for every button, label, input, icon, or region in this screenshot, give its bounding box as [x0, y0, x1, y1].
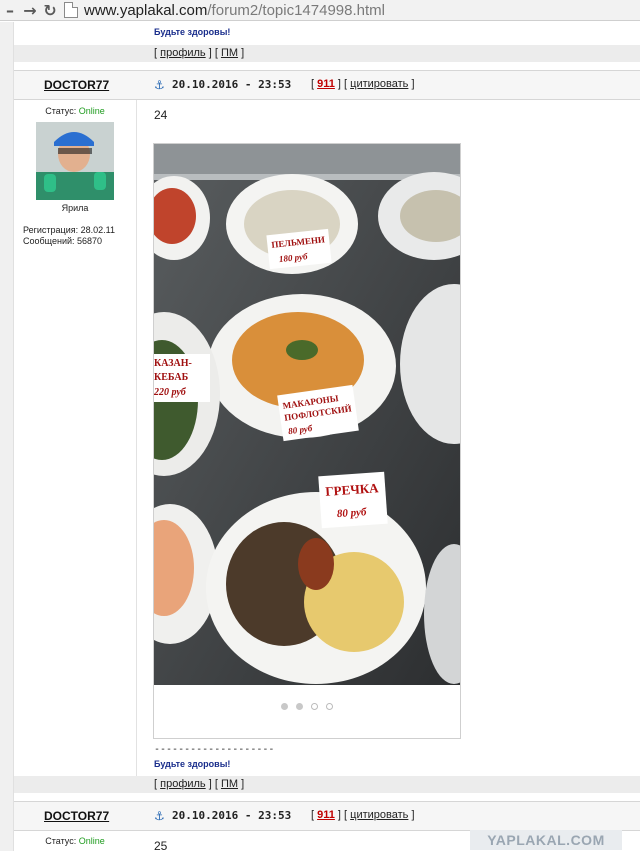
prev-post-signature-row: Будьте здоровы! — [14, 25, 640, 39]
forum-topic: Будьте здоровы! [ профиль ] [ ПМ ] DOCTO… — [0, 22, 640, 853]
page-icon — [64, 2, 78, 18]
status-online: Online — [78, 106, 105, 116]
message-count: Сообщений: 56870 — [23, 236, 103, 246]
anchor-icon[interactable]: ⚓ — [154, 809, 165, 823]
next-status-line: Статус: Online — [14, 836, 136, 846]
browser-address-bar: – → ↻ www.yaplakal.com/forum2/topic14749… — [0, 0, 640, 21]
post-header: DOCTOR77 ⚓ 20.10.2016 - 23:53 [ 911 ] [ … — [14, 70, 640, 100]
user-nickname: Ярила — [61, 203, 89, 213]
next-post-actions: [ 911 ] [ цитировать ] — [311, 809, 415, 821]
profile-link[interactable]: профиль — [160, 778, 206, 790]
pm-link[interactable]: ПМ — [221, 47, 238, 59]
url-field[interactable]: www.yaplakal.com/forum2/topic1474998.htm… — [84, 2, 385, 19]
next-user-info: Статус: Online — [14, 836, 136, 846]
post-links: [ профиль ] [ ПМ ] — [14, 776, 640, 793]
next-status-label: Статус: — [45, 836, 77, 846]
image-gallery[interactable]: ПЕЛЬМЕНИ 180 руб КАЗАН- КЕБАБ 220 руб МА… — [153, 143, 461, 739]
tag-kazan-2: КЕБАБ — [154, 372, 189, 383]
pm-link[interactable]: ПМ — [221, 778, 238, 790]
column-divider — [136, 100, 137, 780]
gallery-dot-1[interactable] — [281, 703, 288, 710]
registration-date: Регистрация: 28.02.11 — [23, 225, 115, 235]
anchor-icon[interactable]: ⚓ — [154, 78, 165, 92]
prev-post-links: [ профиль ] [ ПМ ] — [14, 45, 640, 62]
profile-link[interactable]: профиль — [160, 47, 206, 59]
post-number: 24 — [154, 108, 168, 122]
post-actions: [ 911 ] [ цитировать ] — [311, 78, 415, 90]
next-post-header: DOCTOR77 ⚓ 20.10.2016 - 23:53 [ 911 ] [ … — [14, 801, 640, 831]
author-name[interactable]: DOCTOR77 — [44, 78, 109, 92]
signature-separator: -------------------- — [154, 744, 275, 755]
gallery-dot-2[interactable] — [296, 703, 303, 710]
gallery-pagination — [154, 695, 460, 714]
tag-kazan-1: КАЗАН- — [154, 358, 192, 369]
status-label: Статус: — [45, 106, 77, 116]
next-quote-link[interactable]: цитировать — [350, 809, 408, 821]
next-author-name[interactable]: DOCTOR77 — [44, 809, 109, 823]
user-stats: Регистрация: 28.02.11 Сообщений: 56870 — [14, 225, 136, 247]
url-path: /forum2/topic1474998.html — [207, 1, 385, 19]
forward-arrow-icon[interactable]: → — [20, 0, 40, 20]
avatar[interactable] — [36, 122, 114, 200]
back-arrow-icon[interactable]: – — [0, 0, 20, 20]
prev-signature: Будьте здоровы! — [154, 27, 231, 37]
post-date: 20.10.2016 - 23:53 — [172, 78, 292, 91]
rating-link[interactable]: 911 — [317, 78, 335, 90]
gallery-dot-3[interactable] — [311, 703, 318, 710]
status-line: Статус: Online — [14, 106, 136, 116]
next-post-date: 20.10.2016 - 23:53 — [172, 809, 292, 822]
user-info: Статус: Online Ярила Регистрация: 28.02.… — [14, 106, 136, 247]
next-rating-link[interactable]: 911 — [317, 809, 335, 821]
site-watermark: YAPLAKAL.COM — [470, 830, 622, 850]
post-signature: Будьте здоровы! — [154, 759, 231, 769]
left-margin — [0, 22, 14, 851]
url-host: www.yaplakal.com — [84, 1, 208, 19]
food-photo[interactable]: ПЕЛЬМЕНИ 180 руб КАЗАН- КЕБАБ 220 руб МА… — [154, 144, 460, 685]
next-status-online: Online — [78, 836, 105, 846]
tag-grechka-price: 80 руб — [337, 506, 368, 520]
gallery-dot-4[interactable] — [326, 703, 333, 710]
reload-icon[interactable]: ↻ — [40, 0, 60, 20]
tag-kazan-price: 220 руб — [154, 387, 187, 398]
quote-link[interactable]: цитировать — [350, 78, 408, 90]
